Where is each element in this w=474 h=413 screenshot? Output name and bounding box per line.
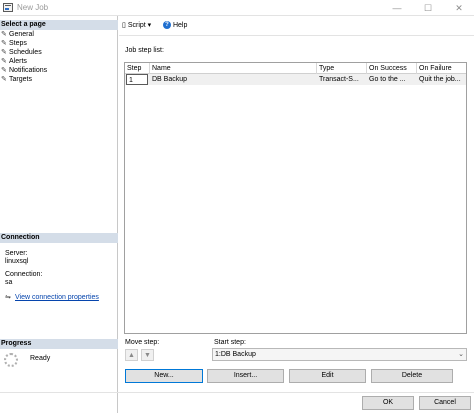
connection-header: Connection <box>0 233 118 243</box>
minimize-button[interactable]: — <box>390 2 404 14</box>
job-step-list-label: Job step list: <box>125 47 164 54</box>
start-step-value: 1:DB Backup <box>215 351 256 358</box>
column-header-step[interactable]: Step <box>125 63 150 74</box>
arrow-up-icon: ▲ <box>128 352 135 359</box>
connection-value: sa <box>5 279 13 286</box>
page-list: ✎ General ✎ Steps ✎ Schedules ✎ Alerts ✎ Noti… <box>1 30 47 84</box>
wrench-icon: ✎ <box>1 76 7 83</box>
cell-on-success: Go to the ... <box>369 76 406 83</box>
column-header-type[interactable]: Type <box>317 63 367 74</box>
help-button[interactable]: ? Help <box>163 21 187 30</box>
left-pane: Select a page ✎ General ✎ Steps ✎ Schedules… <box>0 16 118 413</box>
sidebar-item-steps[interactable]: ✎ Steps <box>1 39 47 48</box>
job-step-grid[interactable]: Step Name Type On Success On Failure 1 D… <box>124 62 467 334</box>
wrench-icon: ✎ <box>1 49 7 56</box>
chevron-down-icon: ▾ <box>147 22 152 29</box>
move-up-button[interactable]: ▲ <box>125 349 138 361</box>
script-icon: ▯ <box>122 22 126 29</box>
sidebar-item-targets[interactable]: ✎ Targets <box>1 75 47 84</box>
move-down-button[interactable]: ▼ <box>141 349 154 361</box>
connection-label: Connection: <box>5 271 43 278</box>
arrow-down-icon: ▼ <box>144 352 151 359</box>
connection-icon: ⇋ <box>5 294 11 301</box>
grid-header: Step Name Type On Success On Failure <box>125 63 466 74</box>
new-step-button[interactable]: New... <box>125 369 203 383</box>
progress-header: Progress <box>0 339 118 349</box>
move-step-label: Move step: <box>125 339 160 346</box>
toolbar: ▯ Script ▾ ? Help <box>119 16 474 36</box>
column-header-on-success[interactable]: On Success <box>367 63 417 74</box>
window-title: New Job <box>17 3 49 12</box>
progress-status: Ready <box>30 355 51 362</box>
select-page-header: Select a page <box>0 20 118 30</box>
cell-step: 1 <box>126 74 148 85</box>
server-value: linuxsql <box>5 258 29 265</box>
start-step-select[interactable]: 1:DB Backup ⌄ <box>212 348 467 361</box>
column-header-on-failure[interactable]: On Failure <box>417 63 466 74</box>
sidebar-item-alerts[interactable]: ✎ Alerts <box>1 57 47 66</box>
help-icon: ? <box>163 21 171 30</box>
delete-step-button[interactable]: Delete <box>371 369 453 383</box>
spinner-icon <box>4 353 18 367</box>
wrench-icon: ✎ <box>1 31 7 38</box>
wrench-icon: ✎ <box>1 67 7 74</box>
sidebar-item-general[interactable]: ✎ General <box>1 30 47 39</box>
sidebar-item-notifications[interactable]: ✎ Notifications <box>1 66 47 75</box>
wrench-icon: ✎ <box>1 58 7 65</box>
ok-button[interactable]: OK <box>362 396 414 410</box>
cell-on-failure: Quit the job... <box>419 76 461 83</box>
chevron-down-icon: ⌄ <box>458 351 464 358</box>
maximize-button[interactable]: ☐ <box>421 2 435 14</box>
wrench-icon: ✎ <box>1 40 7 47</box>
table-row[interactable]: 1 DB Backup Transact-S... Go to the ... … <box>125 74 466 85</box>
window-icon <box>3 3 13 12</box>
view-connection-properties-link[interactable]: View connection properties <box>15 294 99 301</box>
start-step-label: Start step: <box>214 339 246 346</box>
sidebar-item-schedules[interactable]: ✎ Schedules <box>1 48 47 57</box>
cell-type: Transact-S... <box>319 76 359 83</box>
insert-step-button[interactable]: Insert... <box>207 369 284 383</box>
cancel-button[interactable]: Cancel <box>419 396 471 410</box>
edit-step-button[interactable]: Edit <box>289 369 366 383</box>
script-button[interactable]: ▯ Script ▾ <box>122 21 151 30</box>
close-button[interactable]: ✕ <box>452 2 466 14</box>
column-header-name[interactable]: Name <box>150 63 317 74</box>
title-bar: New Job — ☐ ✕ <box>0 0 474 16</box>
server-label: Server: <box>5 250 28 257</box>
cell-name: DB Backup <box>152 76 188 83</box>
view-connection-row: ⇋ View connection properties <box>5 294 99 302</box>
